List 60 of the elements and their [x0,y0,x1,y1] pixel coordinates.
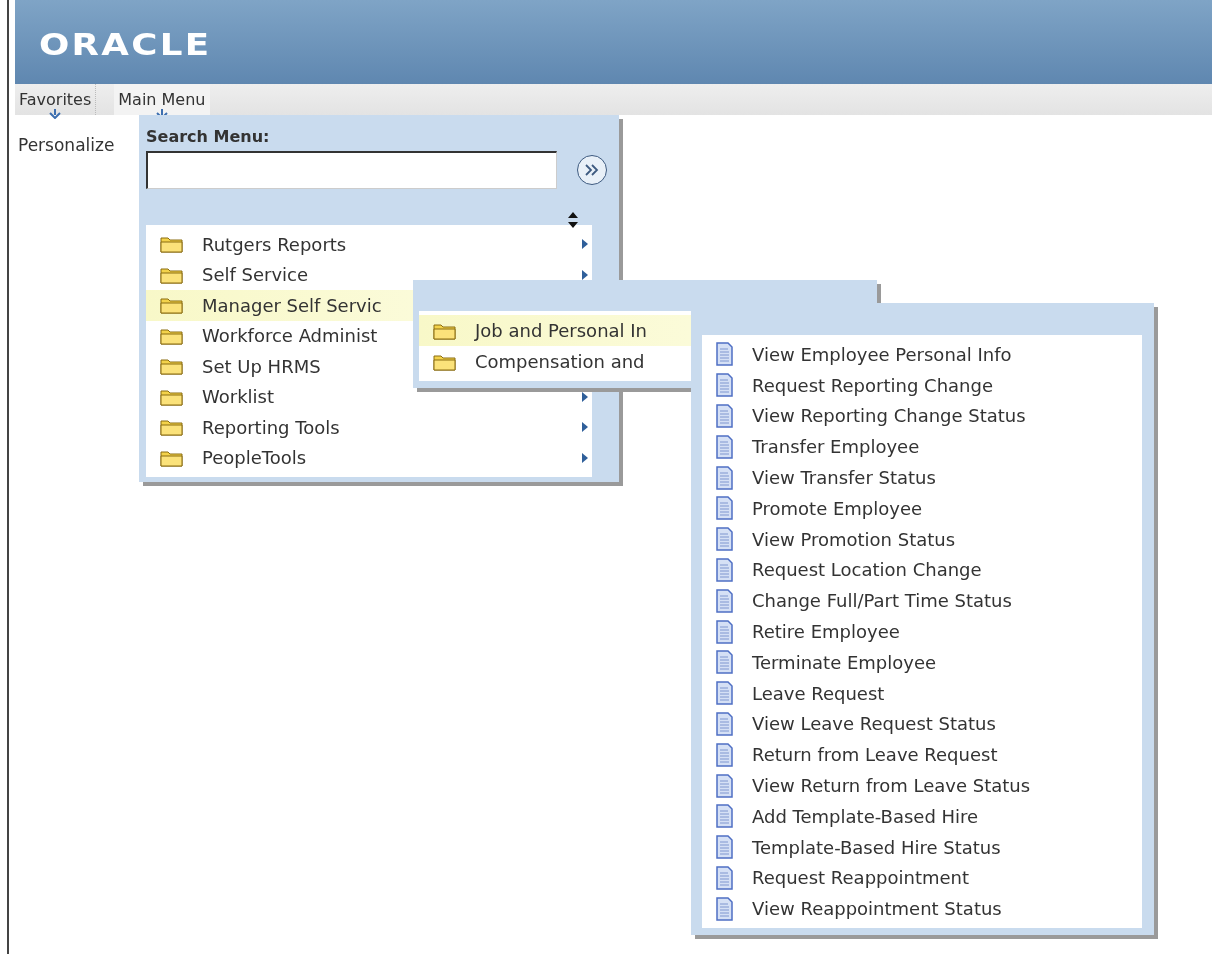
folder-icon [160,235,183,254]
double-chevron-icon [583,163,601,177]
search-field[interactable] [146,151,557,189]
folder-icon [160,448,183,467]
menu-tab[interactable]: Favorites [15,84,97,115]
folder-icon [160,296,183,315]
menu-item[interactable]: Change Full/Part Time Status [702,585,1142,617]
menu-tab[interactable]: Main Menu [114,84,210,115]
document-icon [716,588,733,613]
menu-item[interactable]: Add Template-Based Hire [702,800,1142,832]
document-icon [716,527,733,552]
menu-item[interactable]: Leave Request [702,677,1142,709]
document-icon [716,742,733,767]
menu-item[interactable]: PeopleTools [146,442,592,473]
dropdown-arrow-icon [49,109,62,119]
search-label: Search Menu: [146,127,270,146]
menu-item[interactable]: View Transfer Status [702,462,1142,493]
document-icon [716,773,733,798]
menu-item[interactable]: View Leave Request Status [702,708,1142,740]
go-button[interactable] [577,155,607,185]
folder-icon [433,352,456,371]
menu-item[interactable]: Retire Employee [702,616,1142,647]
personalize-link[interactable]: Personalize [18,135,115,155]
menu-item[interactable]: Request Reappointment [702,862,1142,894]
folder-icon [433,321,456,340]
menu-item[interactable]: Request Location Change [702,554,1142,586]
document-icon [716,465,733,490]
document-icon [716,650,733,675]
menu-item[interactable]: View Reappointment Status [702,893,1142,925]
folder-icon [160,265,183,284]
document-icon [716,496,733,521]
document-icon [716,342,733,367]
menu-item[interactable]: Return from Leave Request [702,739,1142,771]
menu-item[interactable]: View Return from Leave Status [702,770,1142,801]
document-icon [716,804,733,829]
folder-icon [160,326,183,345]
document-icon [716,619,733,644]
document-icon [716,835,733,860]
menu-item[interactable]: Promote Employee [702,493,1142,524]
oracle-logo: ORACLE [39,26,212,62]
document-icon [716,865,733,890]
menu-item[interactable]: View Reporting Change Status [702,400,1142,432]
folder-icon [160,387,183,406]
menu-item[interactable]: View Promotion Status [702,523,1142,555]
menu-item[interactable]: Request Reporting Change [702,369,1142,401]
menu-item[interactable]: Template-Based Hire Status [702,831,1142,863]
menu-item[interactable]: Reporting Tools [146,412,592,443]
document-icon [716,681,733,706]
document-icon [716,711,733,736]
menu-item[interactable]: Terminate Employee [702,646,1142,678]
menu-item[interactable]: Rutgers Reports [146,229,592,260]
folder-icon [160,357,183,376]
menu-item[interactable]: Transfer Employee [702,431,1142,463]
document-icon [716,434,733,459]
document-icon [716,896,733,921]
sort-icon[interactable] [567,211,579,229]
document-icon [716,373,733,398]
document-icon [716,404,733,428]
folder-icon [160,418,183,437]
document-icon [716,557,733,582]
